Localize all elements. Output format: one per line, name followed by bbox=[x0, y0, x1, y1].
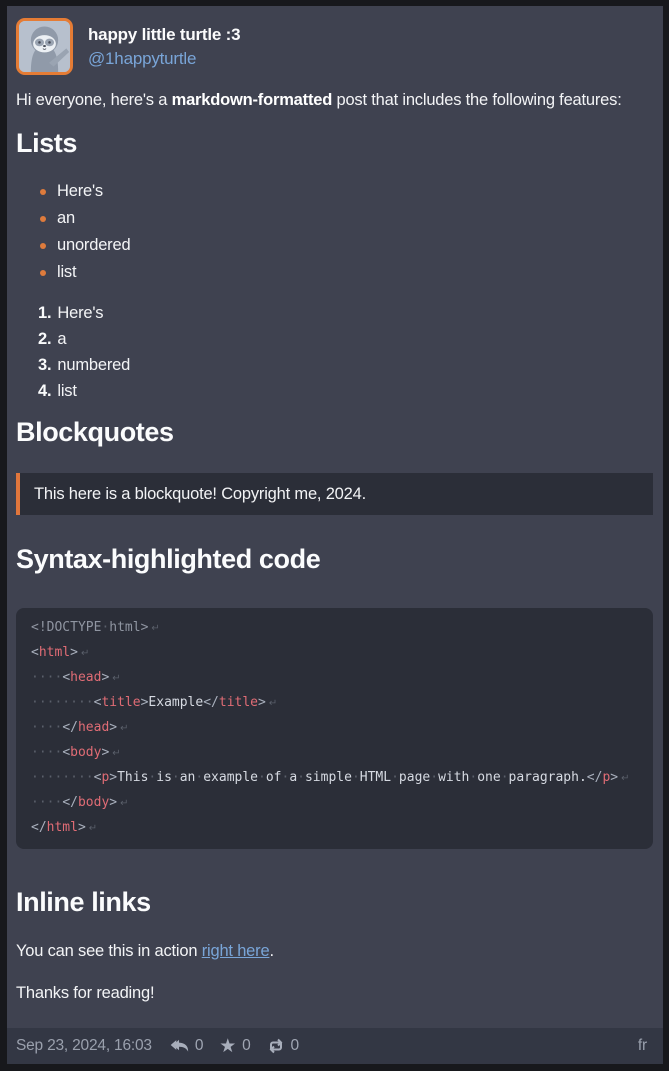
list-item-text: numbered bbox=[57, 356, 130, 374]
lists-heading: Lists bbox=[16, 127, 653, 160]
list-item: an bbox=[57, 205, 653, 232]
code-block: <!DOCTYPE·html>↵<html>↵····<head>↵······… bbox=[16, 608, 653, 849]
list-number: 3. bbox=[38, 356, 51, 374]
intro-text-after: post that includes the following feature… bbox=[332, 91, 622, 109]
ordered-list: 1. Here's 2. a 3. numbered 4. list bbox=[16, 300, 653, 404]
list-number: 1. bbox=[38, 304, 51, 322]
outro-paragraph: Thanks for reading! bbox=[16, 980, 653, 1006]
avatar[interactable] bbox=[16, 18, 73, 75]
blockquote: This here is a blockquote! Copyright me,… bbox=[16, 473, 653, 515]
link-text-after: . bbox=[269, 942, 273, 960]
intro-paragraph: Hi everyone, here's a markdown-formatted… bbox=[16, 87, 653, 113]
list-item: 2. a bbox=[38, 326, 653, 352]
blockquotes-heading: Blockquotes bbox=[16, 416, 653, 449]
author-info: happy little turtle :3 @1happyturtle bbox=[88, 23, 240, 71]
boost-action[interactable]: 0 bbox=[267, 1037, 299, 1055]
post-header: happy little turtle :3 @1happyturtle bbox=[16, 18, 653, 75]
favourite-count: 0 bbox=[242, 1037, 250, 1055]
author-display-name[interactable]: happy little turtle :3 bbox=[88, 23, 240, 47]
blockquote-text: This here is a blockquote! Copyright me,… bbox=[34, 484, 639, 504]
inline-links-heading: Inline links bbox=[16, 886, 653, 919]
list-number: 4. bbox=[38, 382, 51, 400]
right-here-link[interactable]: right here bbox=[202, 942, 270, 960]
list-item: 3. numbered bbox=[38, 352, 653, 378]
favourite-action[interactable]: ★ 0 bbox=[219, 1037, 250, 1056]
list-item-text: list bbox=[57, 382, 76, 400]
link-text-before: You can see this in action bbox=[16, 942, 202, 960]
boost-count: 0 bbox=[291, 1037, 299, 1055]
language-tag: fr bbox=[638, 1037, 647, 1055]
sloth-avatar-image bbox=[19, 21, 70, 72]
post-date: Sep 23, 2024, 16:03 bbox=[16, 1037, 152, 1055]
post-frame: happy little turtle :3 @1happyturtle Hi … bbox=[0, 0, 669, 1071]
post-footer: Sep 23, 2024, 16:03 0 ★ 0 0 bbox=[7, 1028, 663, 1064]
list-item: 1. Here's bbox=[38, 300, 653, 326]
links-paragraph: You can see this in action right here. bbox=[16, 938, 653, 964]
unordered-list: Here's an unordered list bbox=[16, 178, 653, 286]
boost-icon bbox=[267, 1038, 285, 1054]
reply-action[interactable]: 0 bbox=[170, 1037, 203, 1055]
list-item: list bbox=[57, 259, 653, 286]
star-icon: ★ bbox=[219, 1037, 236, 1056]
list-item: Here's bbox=[57, 178, 653, 205]
intro-bold-text: markdown-formatted bbox=[172, 91, 333, 109]
list-item-text: a bbox=[57, 330, 66, 348]
post-content: happy little turtle :3 @1happyturtle Hi … bbox=[7, 6, 663, 1028]
reply-count: 0 bbox=[195, 1037, 203, 1055]
list-item: 4. list bbox=[38, 378, 653, 404]
list-item-text: Here's bbox=[57, 304, 103, 322]
list-number: 2. bbox=[38, 330, 51, 348]
list-item: unordered bbox=[57, 232, 653, 259]
post-card: happy little turtle :3 @1happyturtle Hi … bbox=[7, 6, 663, 1064]
author-handle[interactable]: @1happyturtle bbox=[88, 47, 240, 71]
code-heading: Syntax-highlighted code bbox=[16, 543, 653, 576]
intro-text-before: Hi everyone, here's a bbox=[16, 91, 172, 109]
reply-all-icon bbox=[170, 1039, 189, 1054]
